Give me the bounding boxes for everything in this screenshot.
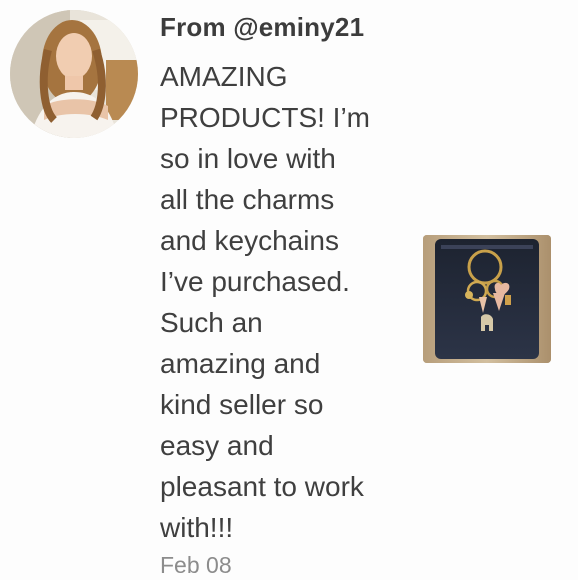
review-text-line: PRODUCTS! I’m — [160, 102, 370, 133]
review-text-line: with!!! — [160, 512, 234, 543]
review-text-line: all the charms — [160, 184, 335, 215]
review-card: From @eminy21 AMAZING PRODUCTS! I’m so i… — [0, 0, 578, 580]
review-text-line: easy and — [160, 430, 274, 461]
review-text-line: Such an — [160, 307, 263, 338]
product-thumbnail[interactable] — [423, 235, 551, 363]
review-text-line: so in love with — [160, 143, 336, 174]
review-date: Feb 08 — [160, 552, 232, 578]
review-text-line: AMAZING — [160, 61, 288, 92]
review-text-line: I’ve purchased. — [160, 266, 350, 297]
review-text-line: and keychains — [160, 225, 340, 256]
avatar-photo — [10, 10, 138, 138]
review-text-line: pleasant to work — [160, 471, 364, 502]
review-text-line: kind seller so — [160, 389, 324, 420]
review-text: AMAZING PRODUCTS! I’m so in love with al… — [160, 56, 410, 548]
reviewer-avatar[interactable] — [10, 10, 138, 138]
review-text-line: amazing and — [160, 348, 321, 379]
keychain-photo — [423, 235, 551, 363]
review-author[interactable]: From @eminy21 — [160, 12, 364, 43]
